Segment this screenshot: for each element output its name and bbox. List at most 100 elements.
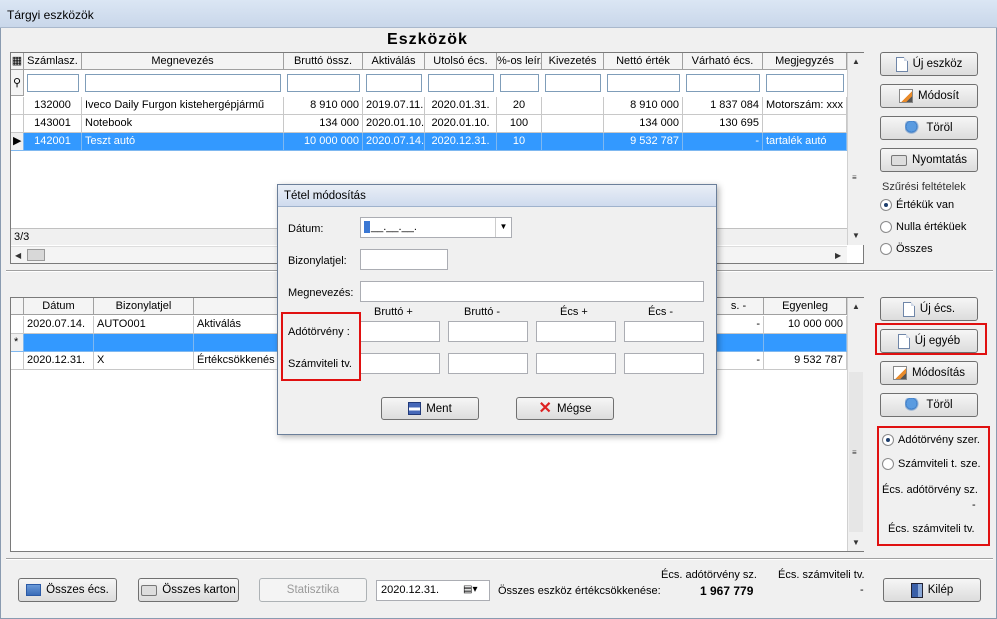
mode-option-tax[interactable]: Adótörvény szer. [882, 434, 980, 446]
modify-entry-label: Módosítás [911, 367, 966, 379]
col-label-dep-minus: Écs - [648, 306, 674, 318]
col-label-dep-plus: Écs + [560, 306, 588, 318]
delete-asset-button[interactable]: Töröl [880, 116, 978, 140]
summary-date-picker[interactable]: 2020.12.31. ▤▾ [376, 580, 490, 601]
doc-id-input[interactable] [360, 249, 448, 270]
mode-option-accounting[interactable]: Számviteli t. sze. [882, 458, 981, 470]
table-cell: 2020.07.14. [363, 133, 425, 151]
new-asset-button[interactable]: Új eszköz [880, 52, 978, 76]
scroll-grip-icon[interactable]: ≡ [852, 448, 857, 457]
assets-vscrollbar[interactable]: ▲ ≡ ▼ [847, 53, 864, 245]
col-header[interactable]: Aktiválás [363, 53, 425, 70]
total-card-button[interactable]: Összes karton [138, 578, 239, 602]
scroll-right-icon[interactable]: ▶ [835, 251, 841, 260]
filter-input[interactable] [366, 74, 422, 92]
statistics-button[interactable]: Statisztika [259, 578, 367, 602]
modify-entry-button[interactable]: Módosítás [880, 361, 978, 385]
print-button[interactable]: Nyomtatás [880, 148, 978, 172]
row-selector[interactable] [11, 352, 24, 370]
new-depreciation-button[interactable]: Új écs. [880, 297, 978, 321]
filter-option-all[interactable]: Összes [880, 243, 933, 255]
mode-option-label: Számviteli t. sze. [898, 458, 981, 470]
col-header[interactable]: Várható écs. [683, 53, 763, 70]
summary-acc-header: Écs. számviteli tv. [778, 569, 865, 581]
col-header[interactable]: Egyenleg [764, 298, 847, 315]
date-cursor [364, 221, 370, 233]
delete-icon [905, 398, 922, 412]
filter-option-label: Nulla értéküek [896, 221, 967, 233]
table-cell: 2020.01.31. [425, 97, 497, 115]
filter-option-zero[interactable]: Nulla értéküek [880, 221, 966, 233]
row-pointer-icon[interactable]: ▶ [11, 133, 24, 151]
acc-dep-plus-input[interactable] [536, 353, 616, 374]
highlight-new-other [875, 323, 987, 355]
table-cell: 1 837 084 [683, 97, 763, 115]
delete-icon [905, 121, 922, 135]
table-cell: - [683, 133, 763, 151]
close-icon: ✕ [538, 399, 552, 417]
acc-gross-plus-input[interactable] [360, 353, 440, 374]
col-header[interactable]: Megjegyzés [763, 53, 847, 70]
col-header[interactable]: %-os leír. [497, 53, 542, 70]
col-header[interactable]: s. - [714, 298, 764, 315]
row-selector[interactable] [11, 316, 24, 334]
col-header[interactable]: Bizonylatjel [94, 298, 194, 315]
table-cell [24, 334, 94, 352]
date-dropdown-button[interactable]: ▼ [495, 218, 511, 237]
edit-icon [899, 89, 914, 103]
tax-dep-plus-input[interactable] [536, 321, 616, 342]
cancel-button[interactable]: ✕ Mégse [516, 397, 614, 420]
radio-unchecked-icon [880, 243, 892, 255]
col-header[interactable]: Bruttó össz. [284, 53, 363, 70]
col-header[interactable]: Nettó érték [604, 53, 683, 70]
table-cell [542, 133, 604, 151]
delete-entry-button[interactable]: Töröl [880, 393, 978, 417]
scroll-up-icon[interactable]: ▲ [852, 57, 860, 66]
filter-input[interactable] [27, 74, 79, 92]
new-depreciation-label: Új écs. [919, 303, 956, 315]
tax-gross-minus-input[interactable] [448, 321, 528, 342]
filter-input[interactable] [545, 74, 601, 92]
row-selector[interactable] [11, 97, 24, 115]
col-header[interactable]: Számlasz. [24, 53, 82, 70]
scroll-left-icon[interactable]: ◀ [15, 251, 21, 260]
scroll-grip-icon[interactable]: ≡ [852, 173, 857, 182]
bottom-divider [6, 558, 993, 560]
row-selector[interactable] [11, 115, 24, 133]
delete-entry-label: Töröl [926, 399, 953, 411]
modify-asset-button[interactable]: Módosít [880, 84, 978, 108]
col-header[interactable]: Utolsó écs. [425, 53, 497, 70]
print-label: Nyomtatás [912, 154, 967, 166]
total-depreciation-button[interactable]: Összes écs. [18, 578, 117, 602]
save-button[interactable]: Ment [381, 397, 479, 420]
scroll-down-icon[interactable]: ▼ [852, 538, 860, 547]
exit-door-icon [910, 582, 923, 598]
statistics-label: Statisztika [286, 584, 340, 596]
name-input[interactable] [360, 281, 704, 302]
date-field[interactable]: __.__.__. ▼ [360, 217, 512, 238]
filter-input[interactable] [287, 74, 360, 92]
tax-dep-minus-input[interactable] [624, 321, 704, 342]
filter-input[interactable] [766, 74, 844, 92]
scroll-thumb[interactable] [27, 249, 45, 261]
scroll-up-icon[interactable]: ▲ [852, 302, 860, 311]
filter-input[interactable] [428, 74, 494, 92]
calendar-dropdown-icon[interactable]: ▤▾ [463, 584, 477, 595]
tax-gross-plus-input[interactable] [360, 321, 440, 342]
col-header[interactable]: Kivezetés [542, 53, 604, 70]
col-header[interactable]: Dátum [24, 298, 94, 315]
acc-dep-minus-input[interactable] [624, 353, 704, 374]
filter-input[interactable] [686, 74, 760, 92]
filter-input[interactable] [607, 74, 680, 92]
acc-gross-minus-input[interactable] [448, 353, 528, 374]
filter-option-has-value[interactable]: Értékük van [880, 199, 954, 211]
entries-vscrollbar[interactable]: ▲ ≡ ▼ [847, 298, 864, 551]
filter-input[interactable] [500, 74, 539, 92]
filter-input[interactable] [85, 74, 281, 92]
row-selector-header: ▦ [11, 53, 24, 70]
exit-button[interactable]: Kilép [883, 578, 981, 602]
table-cell: 8 910 000 [284, 97, 363, 115]
row-selector[interactable]: * [11, 334, 24, 352]
col-header[interactable]: Megnevezés [82, 53, 284, 70]
scroll-down-icon[interactable]: ▼ [852, 231, 860, 240]
